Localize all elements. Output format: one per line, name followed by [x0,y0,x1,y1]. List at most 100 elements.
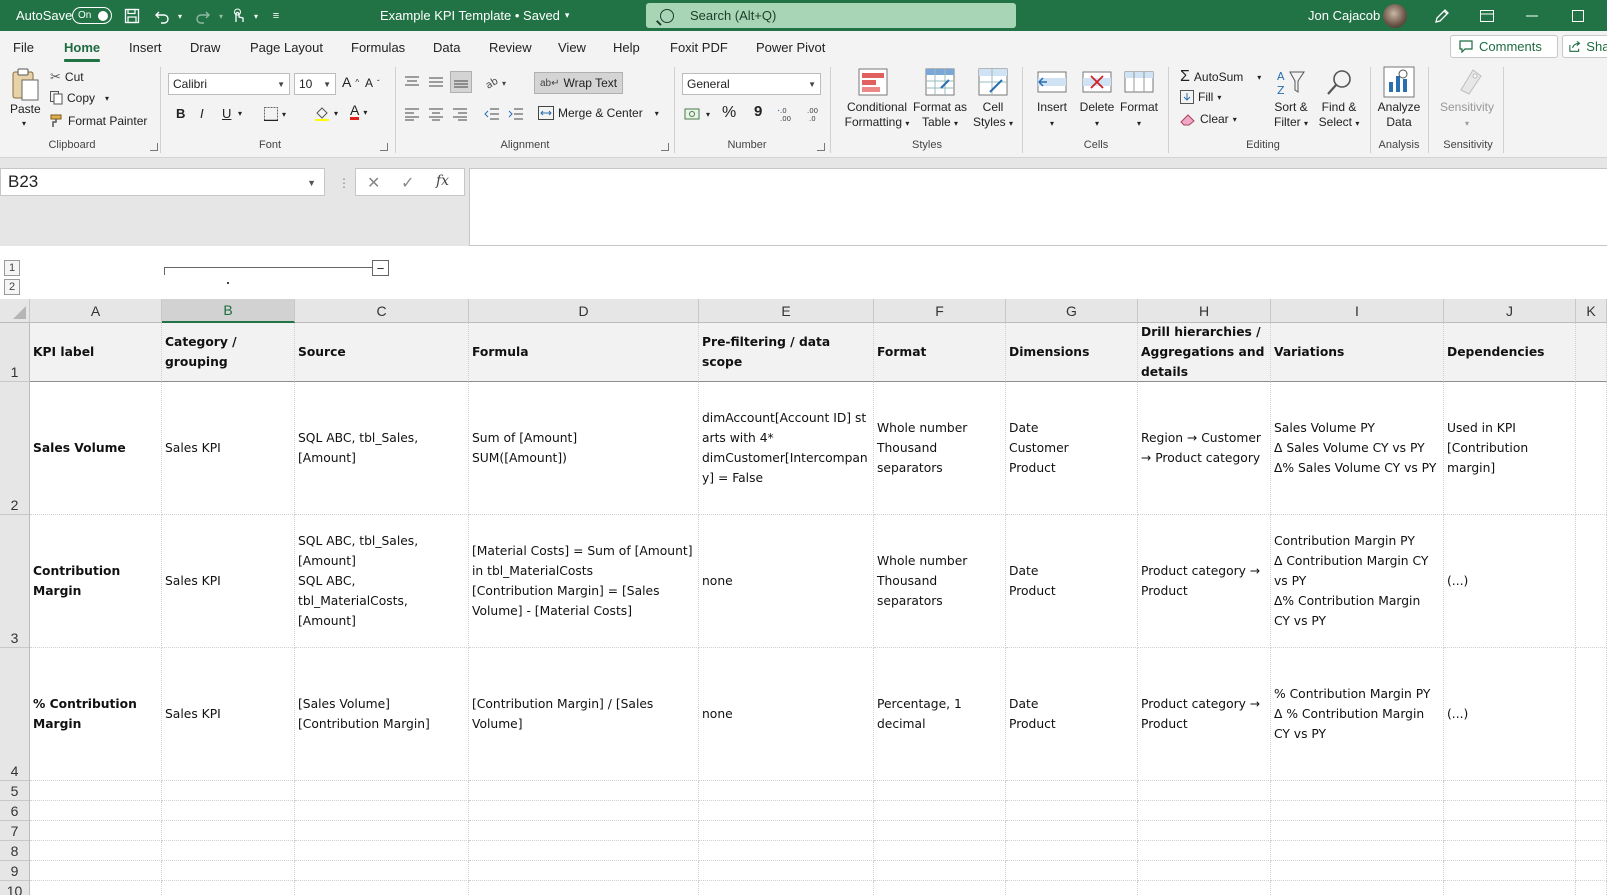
decrease-indent-icon[interactable] [484,107,500,124]
cell-j5[interactable] [1444,781,1576,801]
cell-b9[interactable] [162,861,295,881]
sensitivity-label[interactable]: Sensitivity ▾ [1432,100,1502,131]
cell-f9[interactable] [874,861,1006,881]
delete-cells-icon[interactable] [1082,68,1112,99]
decrease-font-icon[interactable]: Aˇ [365,76,380,90]
row-header-9[interactable]: 9 [0,861,30,881]
cell-h5[interactable] [1138,781,1271,801]
cell-h7[interactable] [1138,821,1271,841]
increase-font-icon[interactable]: A ^ [342,74,359,90]
merge-center-button[interactable]: Merge & Center ▾ [538,106,659,120]
cell-b5[interactable] [162,781,295,801]
tab-foxit-pdf[interactable]: Foxit PDF [670,40,728,55]
cell-i2[interactable]: Sales Volume PY Δ Sales Volume CY vs PY … [1271,382,1444,515]
cell-d6[interactable] [469,801,699,821]
underline-dropdown-icon[interactable]: ▾ [238,109,242,118]
cell-j10[interactable] [1444,881,1576,895]
cell-i6[interactable] [1271,801,1444,821]
cell-c10[interactable] [295,881,469,895]
cell-c5[interactable] [295,781,469,801]
row-header-4[interactable]: 4 [0,648,30,781]
cell-b2[interactable]: Sales KPI [162,382,295,515]
cell-e2[interactable]: dimAccount[Account ID] starts with 4* di… [699,382,874,515]
cell-e9[interactable] [699,861,874,881]
cell-i10[interactable] [1271,881,1444,895]
touch-mode-icon[interactable] [228,6,248,26]
formula-input[interactable] [469,168,1607,246]
column-header-e[interactable]: E [699,299,874,323]
cell-d5[interactable] [469,781,699,801]
cell-b7[interactable] [162,821,295,841]
save-icon[interactable] [122,6,142,26]
cell-d8[interactable] [469,841,699,861]
row-header-7[interactable]: 7 [0,821,30,841]
tab-home[interactable]: Home [64,40,101,62]
cell-k8[interactable] [1576,841,1607,861]
cell-e5[interactable] [699,781,874,801]
cell-j3[interactable]: (...) [1444,515,1576,648]
align-right-icon[interactable] [452,107,468,124]
header-cell-k1[interactable] [1576,323,1607,382]
font-name-select[interactable]: Calibri ▼ [168,73,290,95]
cell-i9[interactable] [1271,861,1444,881]
cell-k3[interactable] [1576,515,1607,648]
align-top-icon[interactable] [404,75,420,92]
number-format-select[interactable]: General ▼ [682,73,821,95]
undo-dropdown-icon[interactable]: ▾ [170,6,190,26]
cell-c7[interactable] [295,821,469,841]
cell-c3[interactable]: SQL ABC, tbl_Sales, [Amount] SQL ABC, tb… [295,515,469,648]
row-header-8[interactable]: 8 [0,841,30,861]
touch-dropdown-icon[interactable]: ▾ [246,6,266,26]
format-as-table-icon[interactable] [925,68,955,99]
maximize-icon[interactable] [1555,0,1601,31]
alignment-launcher-icon[interactable] [661,143,669,151]
cancel-edit-icon[interactable]: ✕ [367,173,380,193]
cell-d2[interactable]: Sum of [Amount] SUM([Amount]) [469,382,699,515]
tab-page-layout[interactable]: Page Layout [250,40,323,55]
select-all-button[interactable] [0,299,30,323]
name-box[interactable]: B23 ▼ [0,168,325,196]
row-header-3[interactable]: 3 [0,515,30,648]
cell-k6[interactable] [1576,801,1607,821]
header-cell-h1[interactable]: Drill hierarchies / Aggregations and det… [1138,323,1271,382]
percent-style-button[interactable]: % [722,104,736,122]
spreadsheet-grid[interactable]: A B C D E F G H I J K 1 2 3 4 5 6 7 8 9 … [0,299,1607,895]
cell-g7[interactable] [1006,821,1138,841]
find-select-label[interactable]: Find & Select ▾ [1316,100,1362,131]
insert-cells-label[interactable]: Insert ▾ [1032,100,1072,131]
analyze-data-label[interactable]: Analyze Data [1376,100,1422,130]
fill-button[interactable]: Fill ▾ [1180,90,1221,104]
minimize-icon[interactable] [1509,0,1555,31]
wrap-text-button[interactable]: ab↵ Wrap Text [534,72,624,94]
cell-k9[interactable] [1576,861,1607,881]
header-cell-e1[interactable]: Pre-filtering / data scope [699,323,874,382]
cell-d9[interactable] [469,861,699,881]
column-header-a[interactable]: A [30,299,162,323]
conditional-formatting-icon[interactable] [858,68,888,99]
header-cell-c1[interactable]: Source [295,323,469,382]
sensitivity-icon[interactable] [1455,66,1485,99]
format-painter-button[interactable]: Format Painter [50,114,147,128]
cell-g6[interactable] [1006,801,1138,821]
bold-button[interactable]: B [176,106,185,121]
insert-cells-icon[interactable] [1037,68,1067,99]
cell-k2[interactable] [1576,382,1607,515]
cell-c8[interactable] [295,841,469,861]
cell-d3[interactable]: [Material Costs] = Sum of [Amount] in tb… [469,515,699,648]
cell-e4[interactable]: none [699,648,874,781]
cell-e3[interactable]: none [699,515,874,648]
cell-j7[interactable] [1444,821,1576,841]
font-color-icon[interactable]: A ▾ [350,103,367,120]
column-header-f[interactable]: F [874,299,1006,323]
cell-g5[interactable] [1006,781,1138,801]
cell-i3[interactable]: Contribution Margin PY Δ Contribution Ma… [1271,515,1444,648]
accounting-format-icon[interactable]: ▾ [684,107,710,121]
align-center-icon[interactable] [428,107,444,124]
find-select-icon[interactable] [1324,68,1354,101]
collapse-group-button[interactable]: − [372,260,389,276]
font-launcher-icon[interactable] [380,143,388,151]
cell-a7[interactable] [30,821,162,841]
italic-button[interactable]: I [200,106,204,121]
user-name[interactable]: Jon Cajacob [1308,0,1380,31]
pen-icon[interactable] [1432,6,1452,26]
